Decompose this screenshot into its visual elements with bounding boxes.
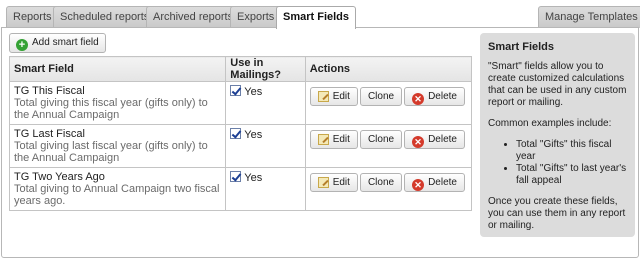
tab-exports[interactable]: Exports bbox=[230, 6, 282, 28]
table-row: TG Last Fiscal Total giving last fiscal … bbox=[8, 124, 473, 168]
edit-button[interactable]: Edit bbox=[309, 87, 358, 106]
field-cell: TG This Fiscal Total giving this fiscal … bbox=[8, 81, 227, 125]
delete-button[interactable]: ✕ Delete bbox=[404, 173, 465, 192]
use-value: Yes bbox=[244, 129, 263, 141]
checkbox-checked-icon[interactable] bbox=[230, 171, 242, 182]
delete-button[interactable]: ✕ Delete bbox=[404, 87, 465, 106]
tab-bar: Reports Scheduled reports Archived repor… bbox=[0, 0, 640, 29]
help-examples-heading: Common examples include: bbox=[488, 118, 612, 129]
table-row: TG Two Years Ago Total giving to Annual … bbox=[8, 167, 473, 211]
actions-cell: Edit Clone ✕ Delete bbox=[304, 81, 473, 125]
tab-reports[interactable]: Reports bbox=[6, 6, 59, 28]
use-value: Yes bbox=[244, 172, 263, 184]
header-actions: Actions bbox=[304, 56, 473, 82]
use-cell: Yes bbox=[225, 167, 306, 211]
clone-button[interactable]: Clone bbox=[359, 173, 403, 192]
smart-fields-help-panel: Smart Fields "Smart" fields allow you to… bbox=[480, 33, 635, 237]
actions-cell: Edit Clone ✕ Delete bbox=[304, 124, 473, 168]
field-cell: TG Two Years Ago Total giving to Annual … bbox=[8, 167, 227, 211]
field-name: TG Two Years Ago bbox=[14, 171, 105, 183]
clone-button[interactable]: Clone bbox=[359, 130, 403, 149]
clone-button[interactable]: Clone bbox=[359, 87, 403, 106]
edit-button[interactable]: Edit bbox=[309, 130, 358, 149]
clone-label: Clone bbox=[367, 91, 395, 102]
table-header-row: Smart Field Use in Mailings? Actions bbox=[8, 56, 473, 82]
table-row: TG This Fiscal Total giving this fiscal … bbox=[8, 81, 473, 125]
edit-button[interactable]: Edit bbox=[309, 173, 358, 192]
add-smart-field-label: Add smart field bbox=[32, 37, 99, 48]
clone-label: Clone bbox=[367, 177, 395, 188]
use-value: Yes bbox=[244, 86, 263, 98]
edit-label: Edit bbox=[332, 134, 350, 145]
x-circle-icon: ✕ bbox=[412, 93, 425, 105]
checkbox-checked-icon[interactable] bbox=[230, 128, 242, 139]
field-cell: TG Last Fiscal Total giving last fiscal … bbox=[8, 124, 227, 168]
delete-label: Delete bbox=[428, 134, 457, 145]
help-intro: "Smart" fields allow you to create custo… bbox=[488, 61, 627, 108]
delete-button[interactable]: ✕ Delete bbox=[404, 130, 465, 149]
header-use-in-mailings: Use in Mailings? bbox=[225, 56, 306, 82]
tab-smart-fields[interactable]: Smart Fields bbox=[276, 6, 357, 29]
help-example-item: Total "Gifts" this fiscal year bbox=[516, 139, 627, 163]
field-description: Total giving to Annual Campaign two fisc… bbox=[14, 183, 220, 207]
clone-label: Clone bbox=[367, 134, 395, 145]
delete-label: Delete bbox=[428, 177, 457, 188]
field-description: Total giving this fiscal year (gifts onl… bbox=[14, 97, 208, 121]
field-name: TG Last Fiscal bbox=[14, 128, 85, 140]
use-cell: Yes bbox=[225, 124, 306, 168]
plus-circle-icon: + bbox=[16, 39, 28, 51]
help-title: Smart Fields bbox=[488, 41, 555, 53]
add-smart-field-button[interactable]: + Add smart field bbox=[9, 33, 106, 53]
x-circle-icon: ✕ bbox=[412, 136, 425, 148]
smart-fields-table: Smart Field Use in Mailings? Actions TG … bbox=[8, 56, 473, 211]
actions-cell: Edit Clone ✕ Delete bbox=[304, 167, 473, 211]
header-smart-field: Smart Field bbox=[8, 56, 227, 82]
pencil-icon bbox=[317, 134, 329, 145]
help-example-item: Total "Gifts" to last year's fall appeal bbox=[516, 163, 627, 187]
delete-label: Delete bbox=[428, 91, 457, 102]
help-examples-list: Total "Gifts" this fiscal year Total "Gi… bbox=[516, 139, 627, 187]
field-description: Total giving last fiscal year (gifts onl… bbox=[14, 140, 208, 164]
pencil-icon bbox=[317, 177, 329, 188]
smart-fields-panel: + Add smart field Smart Field Use in Mail… bbox=[1, 27, 639, 258]
checkbox-checked-icon[interactable] bbox=[230, 85, 242, 96]
edit-label: Edit bbox=[332, 91, 350, 102]
pencil-icon bbox=[317, 91, 329, 102]
tab-scheduled-reports[interactable]: Scheduled reports bbox=[53, 6, 157, 28]
manage-templates-tab[interactable]: Manage Templates bbox=[538, 6, 640, 28]
edit-label: Edit bbox=[332, 177, 350, 188]
tab-archived-reports[interactable]: Archived reports bbox=[146, 6, 241, 28]
x-circle-icon: ✕ bbox=[412, 179, 425, 191]
help-footer: Once you create these fields, you can us… bbox=[488, 196, 626, 231]
field-name: TG This Fiscal bbox=[14, 85, 85, 97]
use-cell: Yes bbox=[225, 81, 306, 125]
